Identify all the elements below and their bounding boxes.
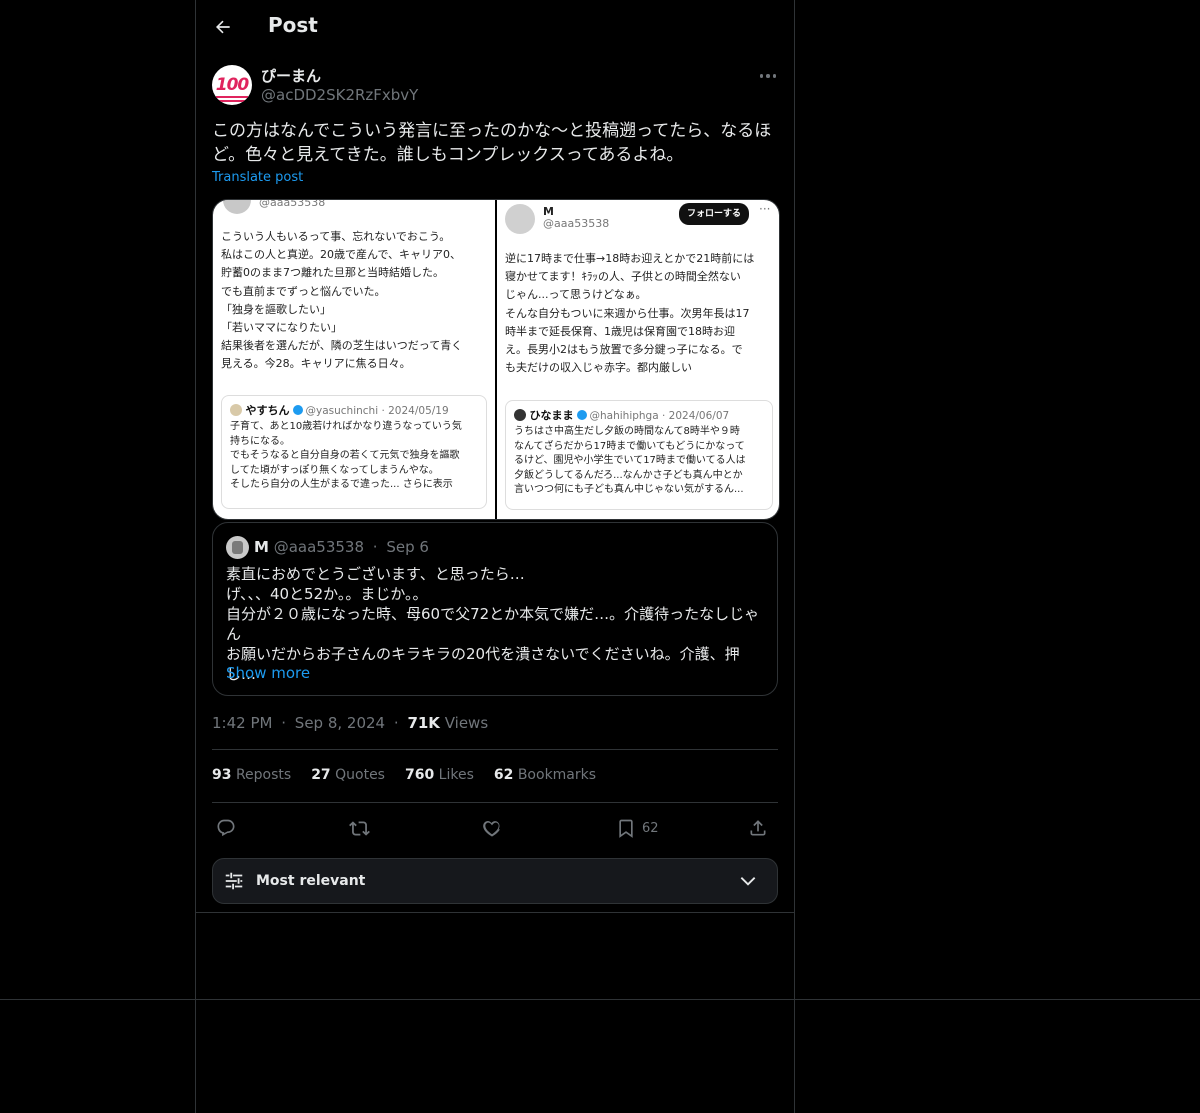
- screenshot-quote-meta: @yasuchinchi · 2024/05/19: [305, 405, 449, 417]
- bookmark-count: 62: [642, 820, 659, 836]
- post-media[interactable]: @aaa53538 こういう人もいるって事、忘れないでおこう。 私はこの人と真逆…: [212, 199, 780, 520]
- screenshot-quote-avatar: [514, 409, 526, 421]
- author-handle[interactable]: @acDD2SK2RzFxbvY: [261, 86, 418, 104]
- like-button[interactable]: [482, 814, 502, 842]
- post-meta: 1:42 PM · Sep 8, 2024 · 71K Views: [212, 714, 488, 732]
- reposts-label: Reposts: [235, 767, 292, 783]
- post-time[interactable]: 1:42 PM: [212, 714, 272, 732]
- meta-separator: ·: [281, 714, 287, 732]
- reply-icon: [217, 819, 235, 837]
- verified-badge-icon: [292, 405, 303, 415]
- quoted-avatar: [226, 536, 249, 559]
- author-avatar[interactable]: 100: [212, 65, 252, 105]
- likes-stat[interactable]: 760 Likes: [405, 767, 474, 783]
- likes-count: 760: [404, 767, 435, 783]
- views-label: Views: [444, 714, 489, 732]
- quoted-separator: ·: [372, 538, 378, 556]
- quotes-label: Quotes: [335, 767, 385, 783]
- screenshot-follow-pill: フォローする: [679, 203, 750, 226]
- stats-top-divider: [212, 749, 778, 750]
- screenshot-quote-text: うちはさ中高生だし夕飯の時間なんて8時半や９時 なんてざらだから17時まで働いて…: [514, 426, 746, 495]
- stats-bottom-divider: [212, 802, 778, 803]
- media-image-left[interactable]: @aaa53538 こういう人もいるって事、忘れないでおこう。 私はこの人と真逆…: [213, 200, 495, 519]
- media-image-right[interactable]: M @aaa53538 フォローする ··· 逆に17時まで仕事→18時お迎えと…: [497, 200, 779, 519]
- bookmarks-stat[interactable]: 62 Bookmarks: [494, 767, 596, 783]
- quotes-count: 27: [311, 767, 331, 783]
- screenshot-quote-avatar: [230, 404, 242, 416]
- reposts-stat[interactable]: 93 Reposts: [212, 767, 291, 783]
- screenshot-handle: @aaa53538: [543, 217, 610, 230]
- share-icon: [750, 820, 766, 836]
- quotes-stat[interactable]: 27 Quotes: [311, 767, 385, 783]
- page-row-divider: [0, 999, 1200, 1000]
- quoted-handle: @aaa53538: [273, 538, 365, 556]
- page-header: Post: [196, 0, 794, 54]
- back-button[interactable]: [210, 14, 236, 40]
- verified-badge-icon: [576, 410, 587, 420]
- screenshot-body: こういう人もいるって事、忘れないでおこう。 私はこの人と真逆。20歳で産んで、キ…: [221, 230, 463, 371]
- reposts-count: 93: [212, 767, 232, 783]
- quoted-name: M: [254, 538, 269, 556]
- screenshot-quote-card: やすちん @yasuchinchi · 2024/05/19 子育て、あと10歳若…: [221, 395, 487, 509]
- show-more-link[interactable]: Show more: [226, 664, 310, 682]
- reply-sort-dropdown[interactable]: Most relevant: [212, 858, 778, 904]
- meta-separator: ·: [393, 714, 399, 732]
- post-text: この方はなんでこういう発言に至ったのかな〜と投稿遡ってたら、なるほど。色々と見え…: [212, 121, 772, 165]
- screenshot-avatar: [505, 204, 535, 234]
- screenshot-avatar: [223, 200, 251, 214]
- like-icon: [483, 821, 500, 837]
- chevron-down-icon: [740, 877, 756, 886]
- author-display-name[interactable]: ぴーまん: [261, 65, 321, 86]
- screenshot-quote-meta: @hahihiphga · 2024/06/07: [589, 410, 730, 422]
- left-column-divider: [195, 0, 196, 1113]
- screenshot-quote-card: ひなまま @hahihiphga · 2024/06/07 うちはさ中高生だし夕飯…: [505, 400, 773, 510]
- translate-post-link[interactable]: Translate post: [212, 170, 303, 185]
- share-button[interactable]: [748, 814, 768, 842]
- page-title: Post: [268, 13, 318, 37]
- right-column-divider: [794, 0, 795, 1113]
- screenshot-quote-name: ひなまま: [529, 409, 574, 422]
- more-options-button[interactable]: [756, 68, 780, 84]
- repost-icon: [349, 820, 370, 836]
- quoted-date: Sep 6: [386, 538, 429, 556]
- sliders-icon: [225, 872, 243, 890]
- screenshot-quote-name: やすちん: [245, 404, 290, 417]
- screenshot-handle: @aaa53538: [259, 200, 326, 209]
- more-icon: [759, 74, 777, 78]
- quoted-header: M @aaa53538 · Sep 6: [254, 538, 429, 556]
- post-date[interactable]: Sep 8, 2024: [295, 714, 385, 732]
- likes-label: Likes: [438, 767, 474, 783]
- repost-button[interactable]: [349, 814, 370, 842]
- back-arrow-icon: [216, 20, 230, 34]
- screenshot-quote-text: 子育て、あと10歳若ければかなり違うなっていう気 持ちになる。 でもそうなると自…: [230, 421, 462, 490]
- engagement-stats: 93 Reposts 27 Quotes 760 Likes 62 Bookma…: [212, 767, 596, 783]
- bookmarks-label: Bookmarks: [517, 767, 597, 783]
- action-bar: 62: [212, 814, 778, 842]
- sort-label: Most relevant: [256, 873, 366, 889]
- screenshot-body: 逆に17時まで仕事→18時お迎えとかで21時前には 寝かせてます！ｷﾗｯの人、子…: [505, 252, 755, 375]
- bookmark-button[interactable]: 62: [616, 814, 659, 842]
- views-count: 71K: [407, 714, 440, 732]
- screenshot-more-icon: ···: [759, 202, 771, 216]
- reply-button[interactable]: [216, 814, 236, 842]
- quoted-post[interactable]: M @aaa53538 · Sep 6 素直におめでとうございます、と思ったら……: [212, 522, 778, 696]
- bookmark-icon: [619, 819, 633, 838]
- post-bottom-divider: [196, 912, 794, 913]
- hundred-points-icon: 100: [215, 75, 249, 102]
- bookmarks-count: 62: [493, 767, 514, 783]
